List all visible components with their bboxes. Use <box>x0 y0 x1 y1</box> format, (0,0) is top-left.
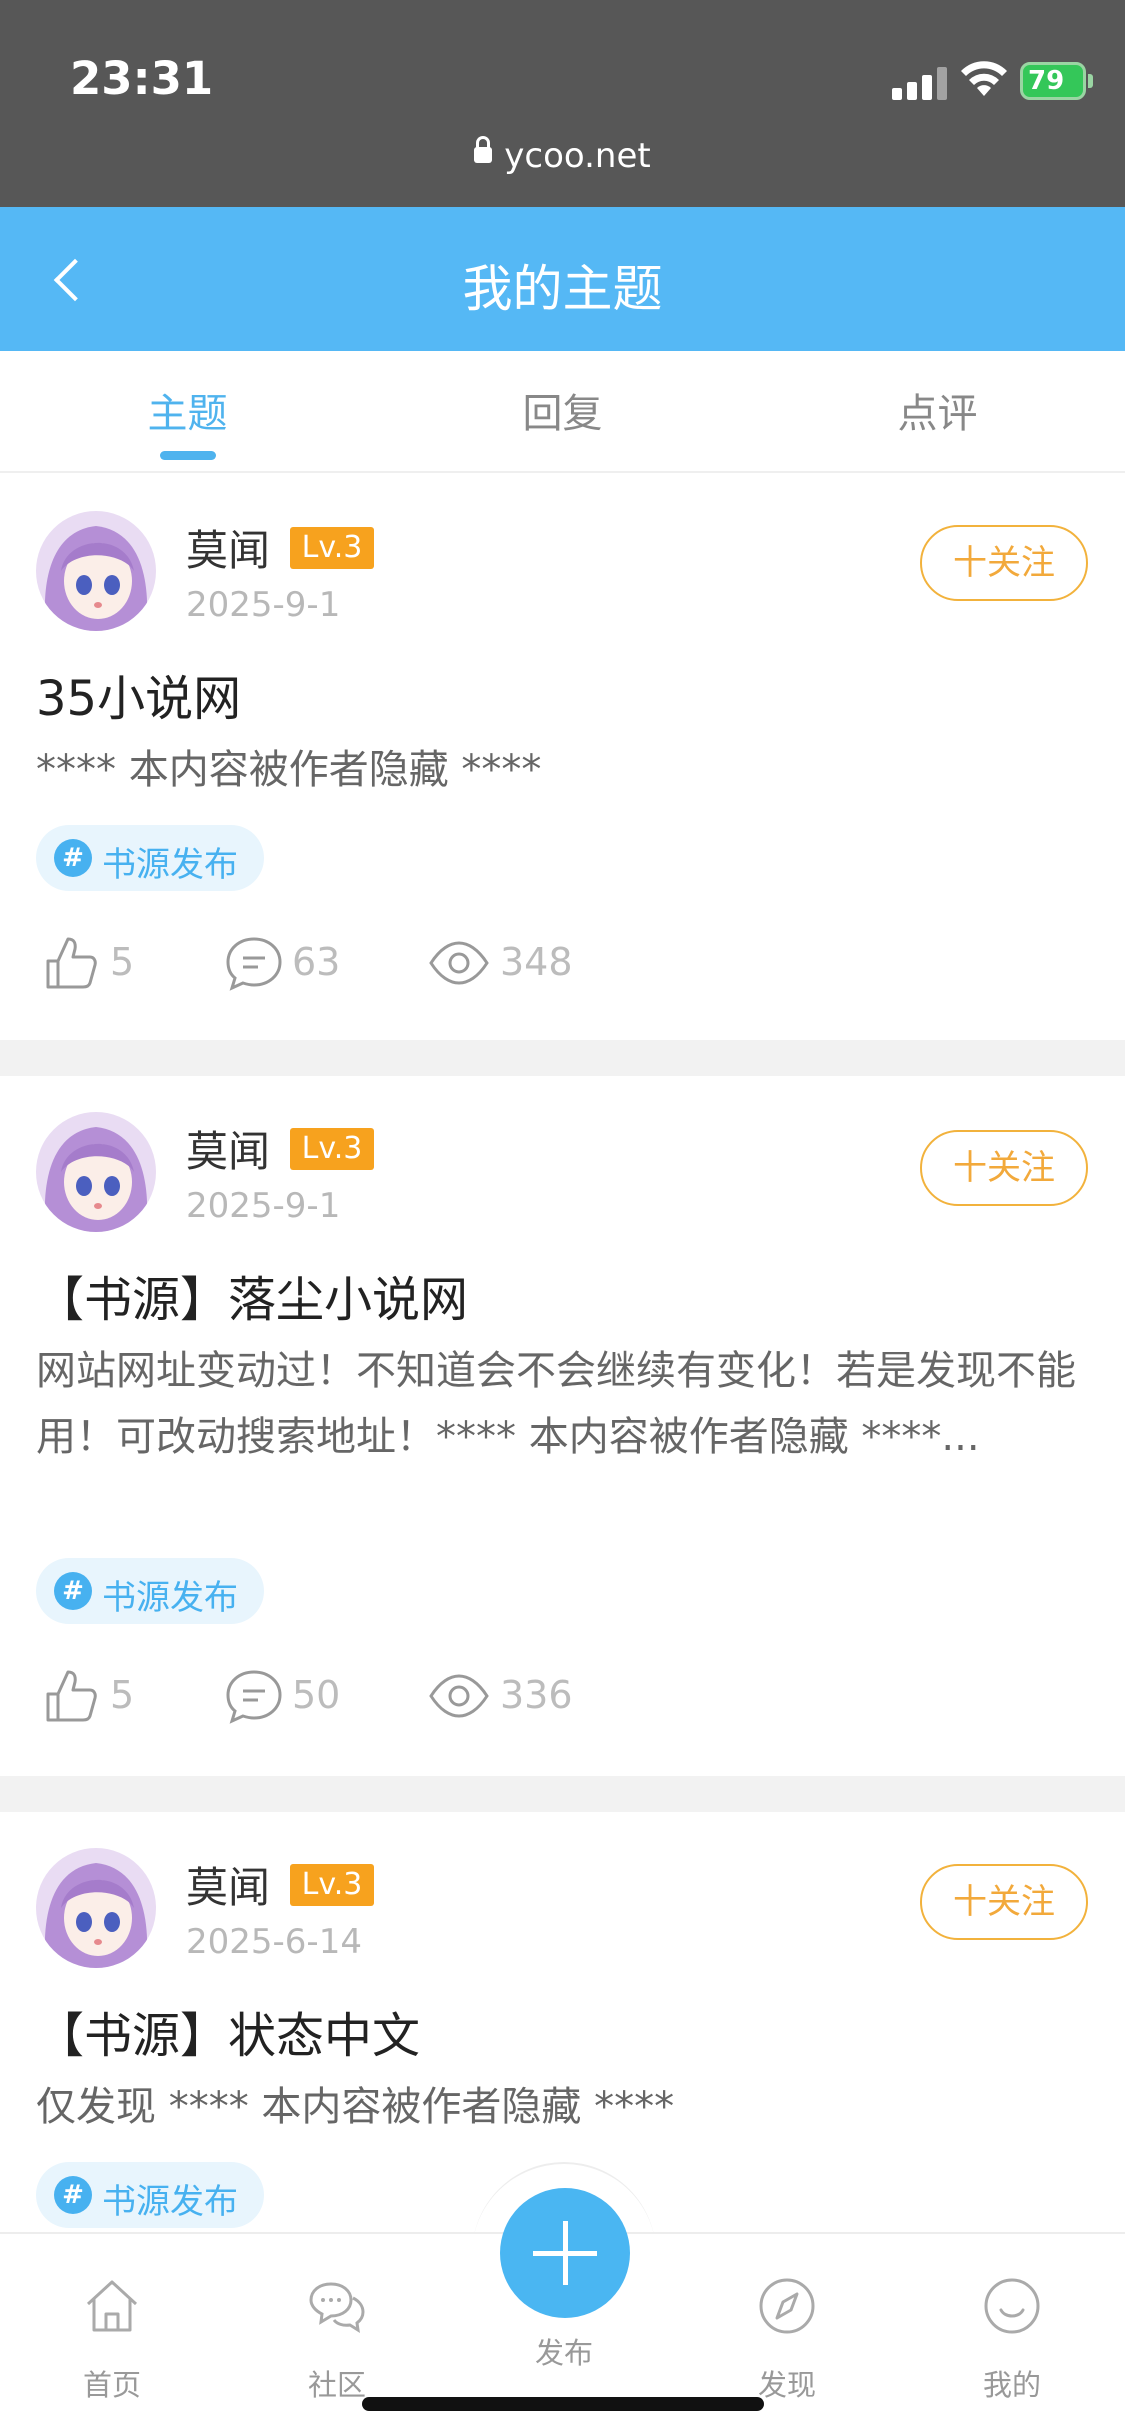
publish-label: 发布 <box>534 2336 593 2370</box>
avatar[interactable] <box>36 1112 156 1232</box>
comment-count: 63 <box>292 940 341 984</box>
avatar[interactable] <box>36 1848 156 1968</box>
tab-reviews[interactable]: 点评 <box>750 381 1125 439</box>
url-text: ycoo.net <box>504 136 651 176</box>
hashtag-icon: # <box>54 839 92 877</box>
post-card[interactable]: 莫闻 Lv.3 2025-9-1 十关注 35小说网 **** 本内容被作者隐藏… <box>0 475 1125 1040</box>
topic-tag[interactable]: # 书源发布 <box>36 2162 264 2228</box>
url-bar[interactable]: ycoo.net <box>0 135 1125 176</box>
community-icon <box>309 2282 365 2333</box>
hashtag-icon: # <box>54 2176 92 2214</box>
view-count: 336 <box>500 1673 573 1717</box>
post-body: 仅发现 **** 本内容被作者隐藏 **** <box>36 2084 675 2130</box>
follow-button[interactable]: 十关注 <box>920 1864 1088 1940</box>
level-badge: Lv.3 <box>290 1128 374 1170</box>
page-title: 我的主题 <box>462 260 663 318</box>
follow-button[interactable]: 十关注 <box>920 1130 1088 1206</box>
level-badge: Lv.3 <box>290 527 374 569</box>
author-name[interactable]: 莫闻 <box>186 517 270 578</box>
lock-icon <box>474 135 493 163</box>
post-date: 2025-9-1 <box>186 585 341 625</box>
compass-icon <box>759 2278 815 2334</box>
like-icon[interactable] <box>40 933 100 993</box>
like-icon[interactable] <box>40 1666 100 1726</box>
like-count: 5 <box>110 1673 135 1717</box>
tab-bar: 主题 回复 点评 <box>0 351 1125 473</box>
tag-label: 书源发布 <box>102 845 238 885</box>
status-bar: 23:31 79 ycoo.net <box>0 0 1125 207</box>
topic-tag[interactable]: # 书源发布 <box>36 825 264 891</box>
nav-label: 我的 <box>982 2368 1041 2402</box>
battery-icon: 79 <box>1020 62 1086 100</box>
post-date: 2025-6-14 <box>186 1922 362 1962</box>
author-name[interactable]: 莫闻 <box>186 1118 270 1179</box>
author-name[interactable]: 莫闻 <box>186 1854 270 1915</box>
post-body: 网站网址变动过！不知道会不会继续有变化！若是发现不能用！可改动搜索地址！****… <box>36 1348 1076 1460</box>
comment-icon[interactable] <box>224 933 284 993</box>
avatar[interactable] <box>36 511 156 631</box>
follow-button[interactable]: 十关注 <box>920 525 1088 601</box>
nav-label: 首页 <box>82 2368 141 2402</box>
post-title[interactable]: 【书源】落尘小说网 <box>36 1260 468 1330</box>
eye-icon <box>429 941 489 985</box>
tab-topics[interactable]: 主题 <box>0 381 375 439</box>
view-count: 348 <box>500 940 573 984</box>
hashtag-icon: # <box>54 1572 92 1610</box>
card-separator <box>0 1040 1125 1076</box>
home-indicator <box>362 2397 764 2411</box>
battery-tip <box>1088 74 1093 88</box>
home-icon <box>86 2280 138 2332</box>
topic-tag[interactable]: # 书源发布 <box>36 1558 264 1624</box>
smile-icon <box>984 2278 1040 2334</box>
comment-count: 50 <box>292 1673 341 1717</box>
comment-icon[interactable] <box>224 1666 284 1726</box>
tag-label: 书源发布 <box>102 1578 238 1618</box>
post-title[interactable]: 35小说网 <box>36 659 241 729</box>
post-date: 2025-9-1 <box>186 1186 341 1226</box>
tab-replies[interactable]: 回复 <box>375 381 750 439</box>
tab-indicator <box>160 451 216 460</box>
post-title[interactable]: 【书源】状态中文 <box>36 1996 420 2066</box>
publish-button[interactable] <box>500 2188 630 2318</box>
tag-label: 书源发布 <box>102 2182 238 2222</box>
battery-level: 79 <box>1028 66 1065 96</box>
app-header: 我的主题 <box>0 207 1125 351</box>
status-time: 23:31 <box>70 52 214 105</box>
level-badge: Lv.3 <box>290 1864 374 1906</box>
card-separator <box>0 1776 1125 1812</box>
wifi-icon <box>961 61 1007 96</box>
signal-icon <box>892 66 948 100</box>
like-count: 5 <box>110 940 135 984</box>
post-body: **** 本内容被作者隐藏 **** <box>36 747 542 793</box>
eye-icon <box>429 1674 489 1718</box>
post-card[interactable]: 莫闻 Lv.3 2025-9-1 十关注 【书源】落尘小说网 网站网址变动过！不… <box>0 1076 1125 1776</box>
